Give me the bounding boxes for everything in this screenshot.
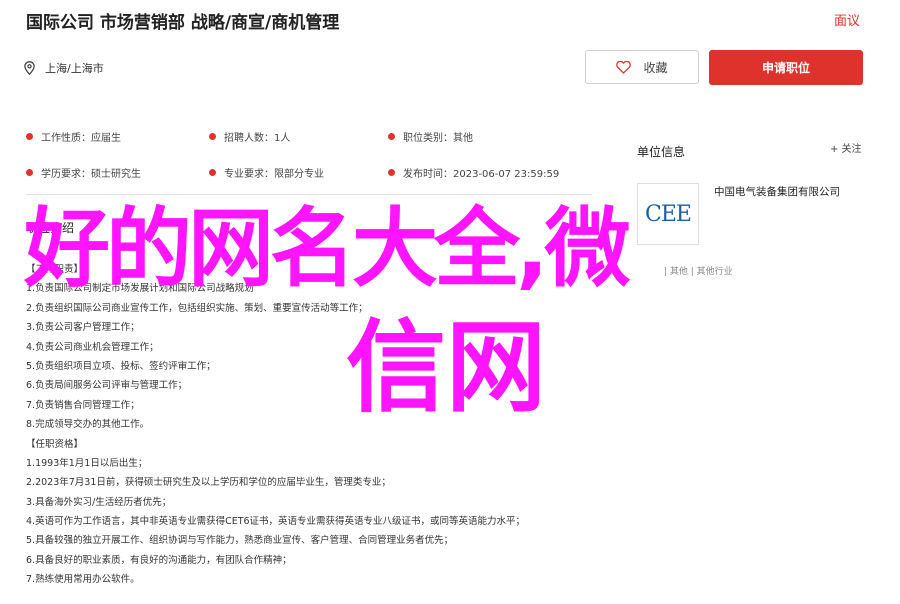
section-divider: [26, 194, 592, 195]
bullet-dot-icon: [209, 132, 216, 140]
desc-line: 1.1993年1月1日以后出生；: [26, 457, 148, 469]
favorite-label: 收藏: [643, 60, 668, 75]
job-title: 国际公司 市场营销部 战略/商宣/商机管理: [26, 13, 340, 33]
heart-icon: [616, 60, 632, 74]
info-item-headcount: 招聘人数：1人: [209, 118, 388, 154]
desc-line: 7.熟练使用常用办公软件。: [26, 574, 140, 586]
info-text: 职位类别：其他: [403, 132, 473, 144]
info-text: 招聘人数：1人: [224, 132, 291, 144]
info-text: 工作性质：应届生: [41, 132, 121, 144]
watermark-line-1: 好的网名大全,微: [24, 199, 631, 299]
bullet-dot-icon: [26, 168, 33, 176]
follow-button[interactable]: + 关注: [830, 140, 862, 155]
company-logo[interactable]: CEE: [637, 183, 699, 245]
bullet-dot-icon: [388, 132, 395, 140]
company-meta: | 其他 | 其他行业: [664, 267, 733, 277]
location-text: 上海/上海市: [45, 62, 104, 75]
desc-line: 4.英语可作为工作语言，其中非英语专业需获得CET6证书，英语专业需获得英语专业…: [26, 516, 526, 528]
desc-line: 【任职资格】: [26, 438, 84, 450]
info-item-publish-time: 发布时间：2023-06-07 23:59:59: [388, 154, 559, 190]
desc-line: 6.具备良好的职业素质，有良好的沟通能力，有团队合作精神；: [26, 554, 292, 566]
desc-line: 2.2023年7月31日前，获得硕士研究生及以上学历和学位的应届毕业生，管理类专…: [26, 477, 391, 489]
info-item-education: 学历要求：硕士研究生: [26, 154, 209, 190]
watermark-line-2: 信网: [346, 309, 546, 426]
job-info-grid: 工作性质：应届生 招聘人数：1人 职位类别：其他 学历要求：硕士研究生 专业要求…: [26, 118, 586, 190]
job-location: 上海/上海市: [24, 60, 104, 76]
apply-button[interactable]: 申请职位: [709, 50, 863, 85]
bullet-dot-icon: [26, 132, 33, 140]
desc-line: 3.具备海外实习/生活经历者优先；: [26, 496, 172, 508]
bullet-dot-icon: [388, 168, 395, 176]
company-name[interactable]: 中国电气装备集团有限公司: [714, 184, 840, 199]
location-pin-icon: [24, 61, 35, 75]
salary-label: 面议: [834, 14, 861, 29]
info-row: 学历要求：硕士研究生 专业要求：限部分专业 发布时间：2023-06-07 23…: [26, 154, 586, 190]
info-text: 学历要求：硕士研究生: [41, 168, 141, 180]
info-row: 工作性质：应届生 招聘人数：1人 职位类别：其他: [26, 118, 586, 154]
desc-line: 5.具备较强的独立开展工作、组织协调与写作能力，熟悉商业宣传、客户管理、合同管理…: [26, 535, 454, 547]
info-item-category: 职位类别：其他: [388, 118, 473, 154]
favorite-button[interactable]: 收藏: [585, 50, 699, 84]
info-text: 专业要求：限部分专业: [224, 168, 324, 180]
company-info-title: 单位信息: [637, 145, 686, 159]
info-item-job-type: 工作性质：应届生: [26, 118, 209, 154]
bullet-dot-icon: [209, 168, 216, 176]
info-item-major: 专业要求：限部分专业: [209, 154, 388, 190]
info-text: 发布时间：2023-06-07 23:59:59: [403, 168, 560, 180]
